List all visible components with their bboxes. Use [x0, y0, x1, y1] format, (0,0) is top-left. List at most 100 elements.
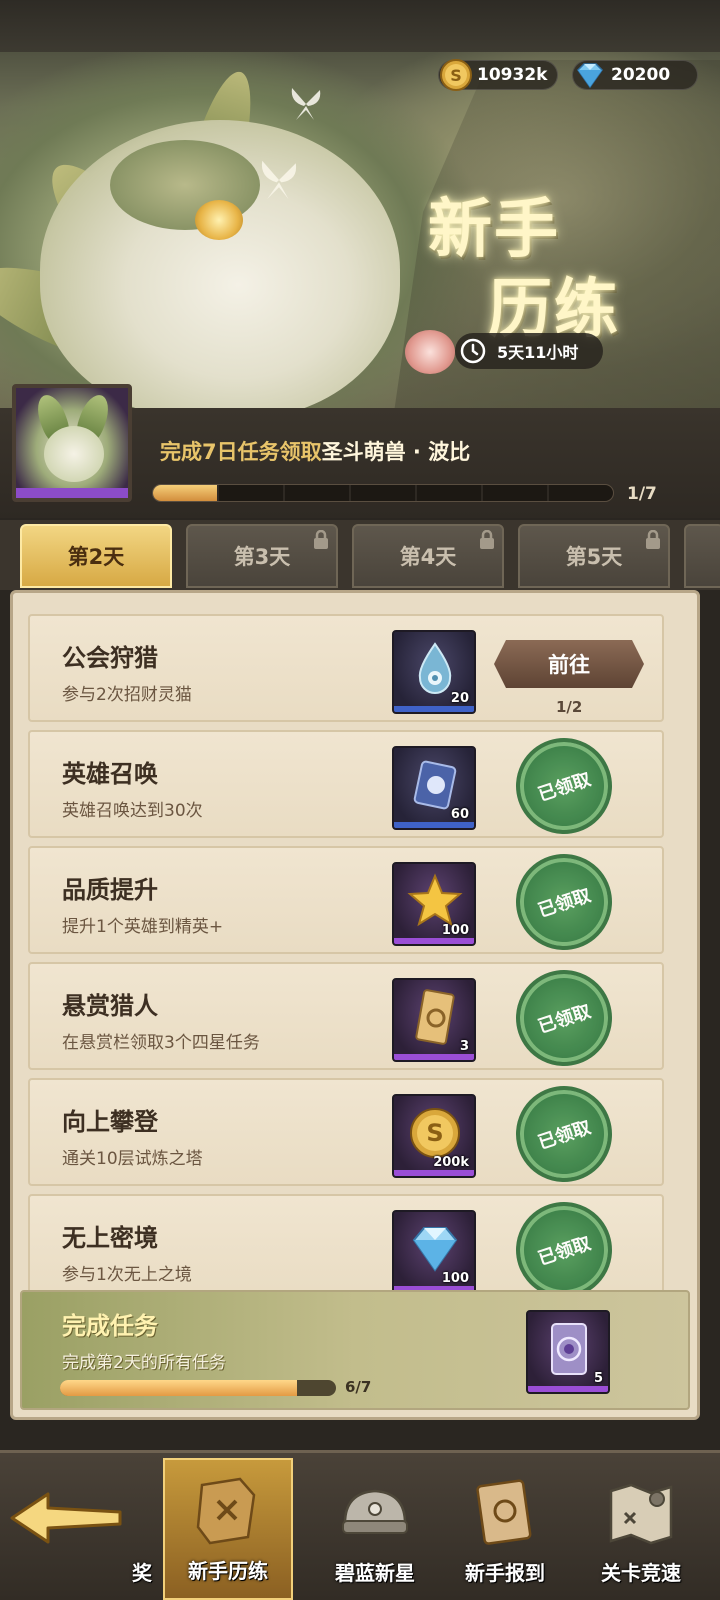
flower-decoration — [195, 200, 243, 240]
reward-item[interactable]: 60 — [392, 746, 476, 830]
butterfly-icon — [291, 88, 321, 120]
lock-icon — [646, 530, 660, 549]
flower-decoration — [405, 330, 455, 374]
nav-label: 奖 — [132, 1561, 152, 1585]
gem-counter[interactable]: 20200 — [572, 60, 698, 90]
scroll-ticket-icon — [415, 989, 455, 1045]
task-desc: 通关10层试炼之塔 — [62, 1149, 203, 1169]
gem-amount: 20200 — [611, 65, 671, 85]
complete-reward-item[interactable]: 5 — [526, 1310, 610, 1394]
reward-prefix: 完成7日任务领取 — [160, 440, 322, 464]
progress-fill — [60, 1380, 297, 1396]
task-name: 无上密境 — [62, 1224, 158, 1252]
task-name: 英雄召唤 — [62, 760, 158, 788]
rarity-bar — [394, 1170, 474, 1176]
rarity-bar — [16, 488, 128, 498]
hero-face — [44, 426, 104, 482]
cap-icon — [342, 1489, 408, 1534]
butterfly-icon — [261, 160, 297, 200]
tab-day-5[interactable]: 第5天 — [518, 524, 670, 588]
reward-hero-name: 圣斗萌兽 · 波比 — [321, 440, 471, 464]
magic-card-icon — [551, 1323, 587, 1375]
claimed-stamp-label: 已领取 — [535, 1117, 594, 1154]
task-row: 公会狩猎 参与2次招财灵猫 20 前往 1/2 — [28, 614, 664, 722]
task-row: 向上攀登 通关10层试炼之塔 S 200k 已领取 — [28, 1073, 664, 1195]
gold-amount: 10932k — [477, 65, 548, 85]
claimed-stamp: 已领取 — [503, 841, 625, 963]
nav-item-blue-star[interactable]: 碧蓝新星 — [310, 1458, 440, 1600]
reward-quantity: 200k — [433, 1155, 469, 1170]
task-name: 向上攀登 — [62, 1108, 158, 1136]
reward-quantity: 5 — [593, 1371, 603, 1386]
back-arrow-icon[interactable] — [8, 1488, 128, 1548]
task-desc: 在悬赏栏领取3个四星任务 — [62, 1033, 260, 1053]
complete-progress-bar — [60, 1380, 336, 1396]
claimed-stamp: 已领取 — [503, 1189, 625, 1290]
task-row: 无上密境 参与1次无上之境 100 已领取 — [28, 1189, 664, 1290]
task-desc: 英雄召唤达到30次 — [62, 801, 203, 821]
nav-label: 碧蓝新星 — [335, 1561, 415, 1585]
reward-quantity: 100 — [441, 1271, 469, 1286]
reward-item[interactable]: 20 — [392, 630, 476, 714]
hero-portrait[interactable] — [12, 384, 132, 502]
task-name: 悬赏猎人 — [62, 992, 158, 1020]
nav-item-newbie-checkin[interactable]: 新手报到 — [440, 1458, 570, 1600]
event-title-line1: 新手 — [428, 192, 560, 267]
nav-label: 新手报到 — [465, 1561, 545, 1585]
complete-title: 完成任务 — [62, 1312, 158, 1340]
reward-quantity: 3 — [459, 1039, 469, 1054]
lock-icon — [314, 530, 328, 549]
reward-item[interactable]: S 200k — [392, 1094, 476, 1178]
scroll-icon — [476, 1479, 532, 1545]
rarity-bar — [394, 1054, 474, 1060]
task-progress-count: 1/2 — [556, 698, 583, 716]
summon-card-icon — [413, 760, 457, 810]
rarity-bar — [394, 822, 474, 828]
task-name: 公会狩猎 — [62, 644, 158, 672]
scroll-map-icon — [196, 1477, 256, 1545]
task-list[interactable]: 公会狩猎 参与2次招财灵猫 20 前往 1/2 英雄召唤 英雄召唤达到30次 6… — [12, 600, 690, 1290]
nav-item-newbie-training[interactable]: 新手历练 — [163, 1458, 293, 1600]
claimed-stamp: 已领取 — [503, 725, 625, 847]
task-name: 品质提升 — [62, 876, 158, 904]
gold-counter[interactable]: S 10932k — [438, 59, 558, 91]
gold-coin-icon: S — [410, 1108, 460, 1158]
reward-item[interactable]: 100 — [392, 1210, 476, 1290]
seven-day-progress-count: 1/7 — [627, 484, 657, 504]
task-desc: 参与2次招财灵猫 — [62, 685, 192, 705]
claimed-stamp: 已领取 — [503, 957, 625, 1079]
timer-text: 5天11小时 — [497, 343, 579, 362]
svg-text:S: S — [450, 66, 462, 85]
rarity-bar — [394, 706, 474, 712]
claimed-stamp-label: 已领取 — [535, 769, 594, 806]
complete-progress-count: 6/7 — [345, 1378, 372, 1396]
water-drop-icon — [418, 642, 452, 694]
star-icon — [407, 873, 463, 927]
task-desc: 参与1次无上之境 — [62, 1265, 192, 1285]
tab-next-partial[interactable] — [684, 524, 720, 588]
seven-day-progress-bar — [152, 484, 614, 502]
tab-day-3[interactable]: 第3天 — [186, 524, 338, 588]
gold-coin-icon: S — [440, 59, 472, 91]
map-icon — [609, 1483, 673, 1545]
nav-item-stage-race[interactable]: 关卡竞速 — [576, 1458, 706, 1600]
reward-description: 完成7日任务领取圣斗萌兽 · 波比 — [160, 436, 470, 466]
claimed-stamp-label: 已领取 — [535, 1233, 594, 1270]
reward-item[interactable]: 100 — [392, 862, 476, 946]
reward-item[interactable]: 3 — [392, 978, 476, 1062]
tab-label: 第3天 — [233, 545, 291, 569]
tab-label: 第4天 — [399, 545, 457, 569]
complete-desc: 完成第2天的所有任务 — [62, 1353, 226, 1373]
tab-day-2[interactable]: 第2天 — [20, 524, 172, 588]
task-desc: 提升1个英雄到精英+ — [62, 917, 224, 937]
tab-day-4[interactable]: 第4天 — [352, 524, 504, 588]
claimed-stamp-label: 已领取 — [535, 885, 594, 922]
go-button[interactable]: 前往 — [494, 640, 644, 688]
event-timer: 5天11小时 — [455, 333, 603, 369]
nav-label: 新手历练 — [188, 1559, 268, 1583]
rarity-bar — [528, 1386, 608, 1392]
task-row: 品质提升 提升1个英雄到精英+ 100 已领取 — [28, 841, 664, 963]
tab-label: 第5天 — [565, 545, 623, 569]
nav-label: 关卡竞速 — [601, 1561, 681, 1585]
claimed-stamp-label: 已领取 — [535, 1001, 594, 1038]
